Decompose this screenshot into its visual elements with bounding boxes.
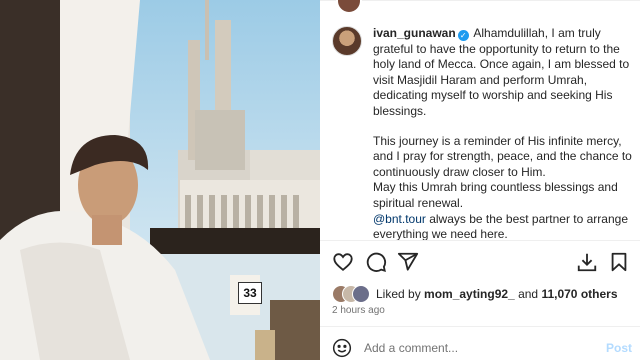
post-timestamp[interactable]: 2 hours ago (332, 305, 385, 316)
author-username[interactable]: ivan_gunawan (373, 26, 456, 40)
share-icon[interactable] (397, 251, 421, 275)
post-detail-panel: ivan_gunawan ✓ Alhamdulillah, I am truly … (320, 0, 640, 360)
author-avatar[interactable] (332, 26, 362, 56)
window-number-sign: 33 (238, 282, 262, 304)
caption-text: ivan_gunawan ✓ Alhamdulillah, I am truly … (373, 26, 633, 243)
comment-input[interactable] (364, 339, 594, 357)
likes-text: Liked by mom_ayting92_ and 11,070 others (376, 287, 618, 301)
caption-paragraph-2: This journey is a reminder of His infini… (373, 133, 632, 179)
post-photo: 33 (0, 0, 320, 360)
divider (320, 240, 640, 241)
comment-composer: Post (332, 338, 632, 360)
liker-avatar[interactable] (352, 285, 370, 303)
likes-middle: and (514, 287, 542, 301)
post-comment-button[interactable]: Post (606, 341, 632, 355)
likes-count[interactable]: 11,070 others (541, 287, 617, 301)
comment-icon[interactable] (365, 251, 389, 275)
post-actions (332, 251, 628, 275)
mention-link[interactable]: @bnt.tour (373, 212, 426, 226)
previous-comment-avatar[interactable] (336, 0, 362, 14)
divider (320, 326, 640, 327)
caption-paragraph-4: @bnt.tour always be the best partner to … (373, 212, 633, 243)
mecca-window-photo (0, 0, 320, 360)
bookmark-icon[interactable] (608, 251, 632, 275)
verified-badge-icon: ✓ (457, 30, 469, 41)
likes-prefix: Liked by (376, 287, 425, 301)
download-icon[interactable] (576, 251, 600, 275)
emoji-icon[interactable] (332, 338, 354, 360)
heart-icon[interactable] (332, 251, 356, 275)
caption-paragraph-3: May this Umrah bring countless blessings… (373, 180, 618, 210)
likes-summary: Liked by mom_ayting92_ and 11,070 others (332, 284, 632, 304)
liker-username[interactable]: mom_ayting92_ (424, 287, 515, 301)
divider (320, 0, 640, 1)
